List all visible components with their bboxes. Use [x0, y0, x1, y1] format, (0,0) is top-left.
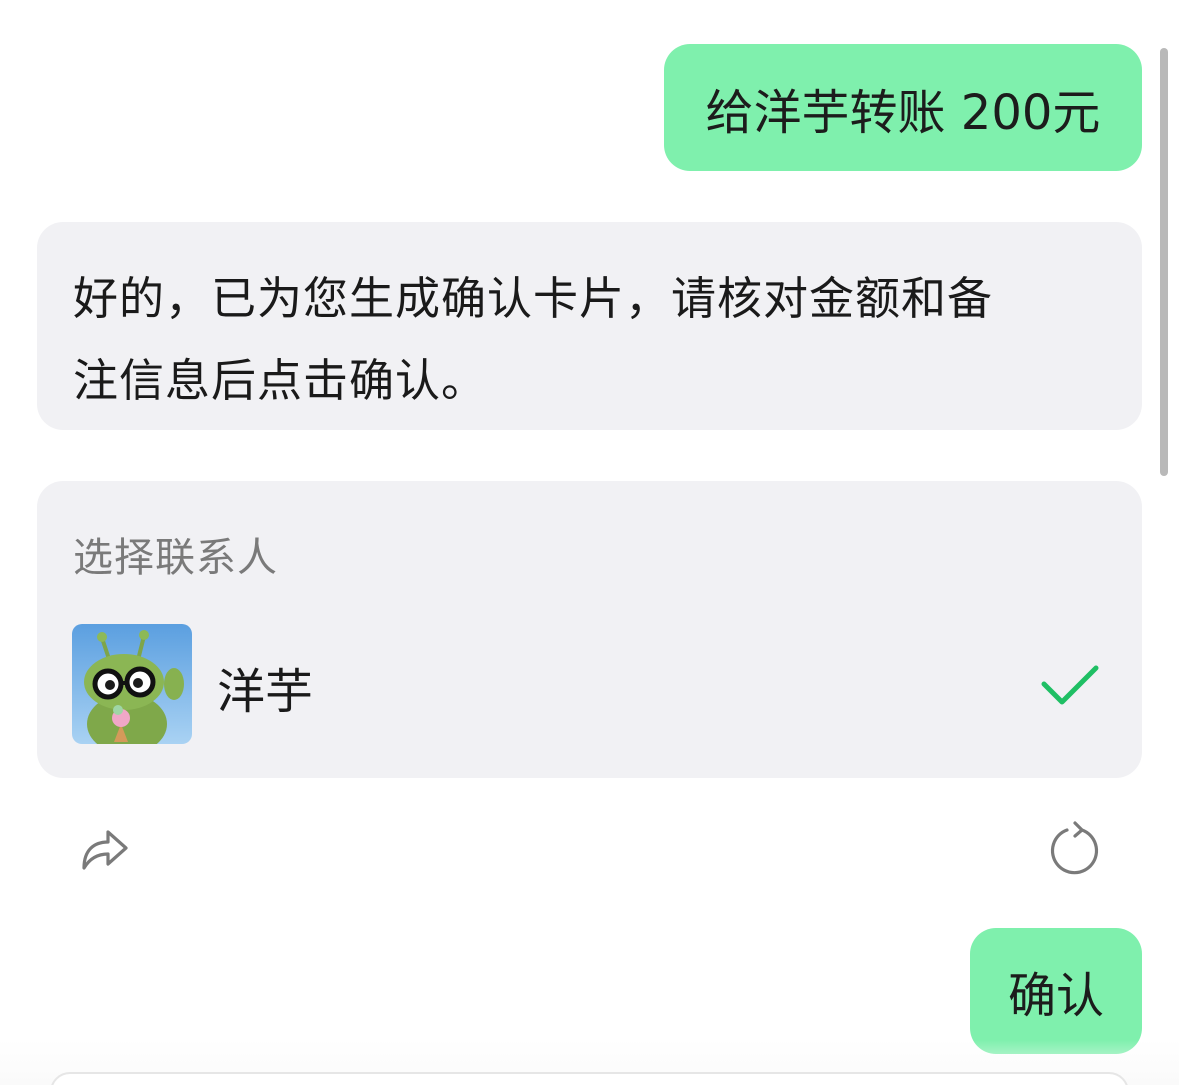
- contact-selection-card: 选择联系人 洋芋: [37, 481, 1142, 778]
- message-input-bar[interactable]: [50, 1072, 1129, 1085]
- user-message-text: 确认: [1007, 968, 1104, 1024]
- assistant-message-bubble: 好的，已为您生成确认卡片，请核对金额和备 注信息后点击确认。: [37, 222, 1142, 430]
- green-alien-avatar-icon: [72, 624, 192, 744]
- refresh-icon[interactable]: [1047, 821, 1103, 877]
- share-icon[interactable]: [76, 820, 132, 876]
- contact-name: 洋芋: [217, 664, 314, 720]
- scrollbar[interactable]: [1160, 48, 1168, 476]
- assistant-message-line: 注信息后点击确认。: [73, 354, 488, 407]
- card-title: 选择联系人: [73, 535, 278, 581]
- assistant-message-line: 好的，已为您生成确认卡片，请核对金额和备: [73, 272, 994, 325]
- checkmark-icon: [1041, 665, 1099, 705]
- chat-screen: 给洋芋转账 200元 好的，已为您生成确认卡片，请核对金额和备 注信息后点击确认…: [0, 0, 1179, 1085]
- user-message-bubble: 确认: [970, 928, 1142, 1054]
- contact-row[interactable]: 洋芋: [72, 624, 1112, 744]
- user-message-bubble: 给洋芋转账 200元: [664, 44, 1142, 171]
- avatar: [72, 624, 192, 744]
- user-message-text: 给洋芋转账 200元: [705, 84, 1101, 141]
